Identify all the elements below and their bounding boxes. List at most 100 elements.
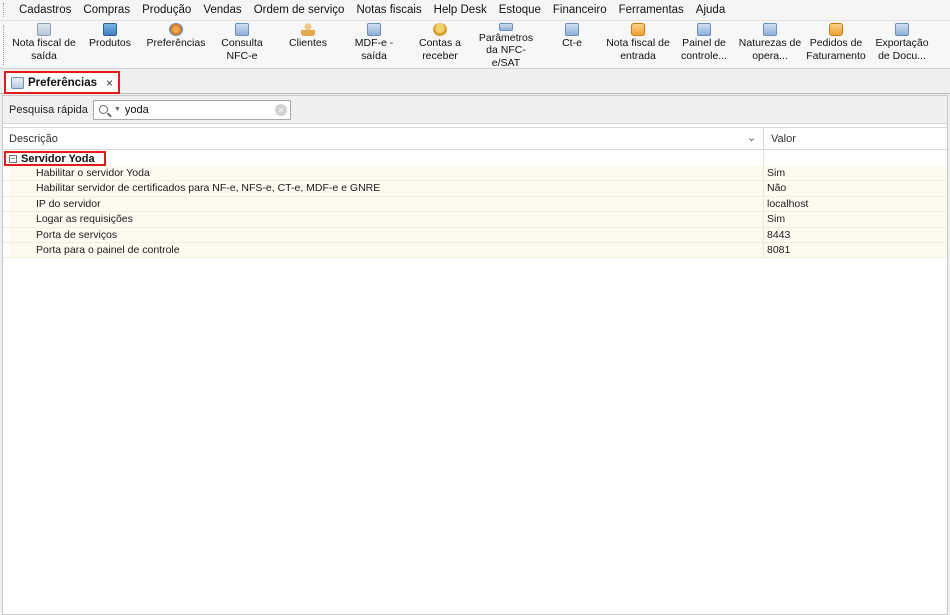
toolbar-button-cte[interactable]: Ct-e: [539, 21, 605, 68]
table-row[interactable]: Habilitar o servidor Yoda Sim: [3, 166, 947, 182]
toolbar-button-label: Nota fiscal de saída: [12, 37, 76, 62]
column-divider: [763, 181, 764, 196]
toolbar-button-painel-de-controle[interactable]: Painel de controle...: [671, 21, 737, 68]
toolbar-button-exportacao-documentos[interactable]: Exportação de Docu...: [869, 21, 935, 68]
menu-compras[interactable]: Compras: [77, 0, 136, 21]
menu-ajuda[interactable]: Ajuda: [690, 0, 731, 21]
preferences-panel: Pesquisa rápida ▼ × Descrição ⌄ Valor − …: [2, 95, 948, 615]
menu-ferramentas[interactable]: Ferramentas: [613, 0, 690, 21]
group-row[interactable]: − Servidor Yoda: [3, 151, 947, 166]
table-row[interactable]: Porta de serviços 8443: [3, 227, 947, 243]
column-divider: [763, 166, 764, 181]
toolbar-button-label: Produtos: [88, 37, 132, 49]
toolbar-button-label: Preferências: [146, 37, 206, 49]
invoice-in-icon: [631, 23, 645, 36]
toolbar-button-mdfe-saida[interactable]: MDF-e - saída: [341, 21, 407, 68]
column-divider: [763, 196, 764, 212]
property-value[interactable]: 8081: [767, 244, 790, 256]
menu-grip: [3, 3, 9, 17]
toolbar: Nota fiscal de saída Produtos Preferênci…: [0, 21, 950, 69]
toolbar-button-label: Contas a receber: [418, 37, 462, 62]
row-indent: [3, 166, 9, 181]
property-description: Habilitar o servidor Yoda: [36, 167, 150, 179]
preferences-tab-icon: [11, 76, 24, 89]
close-icon[interactable]: ×: [106, 77, 113, 89]
billing-orders-icon: [829, 23, 843, 36]
parameters-icon: [499, 23, 513, 31]
menu-cadastros[interactable]: Cadastros: [13, 0, 77, 21]
table-row[interactable]: IP do servidor localhost: [3, 196, 947, 213]
table-row[interactable]: Logar as requisições Sim: [3, 212, 947, 228]
search-icon: [98, 105, 108, 114]
column-divider: [763, 212, 764, 227]
clear-icon[interactable]: ×: [274, 103, 287, 116]
cte-icon: [565, 23, 579, 36]
chevron-down-icon[interactable]: ⌄: [747, 131, 756, 144]
row-indent: [3, 181, 9, 196]
tab-label: Preferências: [28, 76, 98, 89]
column-header-value[interactable]: Valor: [771, 133, 796, 145]
property-rows: Habilitar o servidor Yoda Sim Habilitar …: [3, 166, 947, 259]
row-indent: [3, 212, 9, 227]
toolbar-button-label: Exportação de Docu...: [875, 37, 929, 62]
table-row[interactable]: Habilitar servidor de certificados para …: [3, 181, 947, 197]
toolbar-button-clientes[interactable]: Clientes: [275, 21, 341, 68]
toolbar-button-label: Clientes: [289, 37, 327, 49]
column-divider: [763, 242, 764, 258]
toolbar-button-consulta-nfce[interactable]: Consulta NFC-e: [209, 21, 275, 68]
menu-help-desk[interactable]: Help Desk: [428, 0, 493, 21]
tab-strip: Preferências ×: [0, 69, 950, 94]
column-divider: [763, 151, 764, 166]
row-indent: [3, 242, 9, 258]
toolbar-button-label: Naturezas de opera...: [738, 37, 802, 62]
toolbar-button-label: Pedidos de Faturamento: [806, 37, 866, 62]
property-description: Logar as requisições: [36, 213, 133, 226]
row-indent: [3, 196, 9, 212]
column-divider[interactable]: [763, 128, 764, 150]
property-description: Porta de serviços: [36, 228, 118, 241]
chevron-down-icon[interactable]: ▼: [114, 106, 121, 113]
control-panel-icon: [697, 23, 711, 36]
toolbar-button-parametros-nfce[interactable]: Parâmetros da NFC-e/SAT: [473, 21, 539, 69]
grid-header: Descrição ⌄ Valor: [3, 127, 947, 150]
menu-vendas[interactable]: Vendas: [197, 0, 247, 21]
menu-notas-fiscais[interactable]: Notas fiscais: [350, 0, 427, 21]
toolbar-button-label: MDF-e - saída: [354, 37, 394, 62]
property-value[interactable]: Não: [767, 182, 786, 194]
toolbar-button-label: Ct-e: [562, 37, 582, 49]
toolbar-grip: [3, 25, 9, 65]
toolbar-button-preferencias[interactable]: Preferências: [143, 21, 209, 68]
search-input[interactable]: [124, 103, 265, 116]
group-header-servidor-yoda[interactable]: − Servidor Yoda: [4, 151, 106, 166]
row-indent: [3, 227, 9, 242]
invoice-out-icon: [37, 23, 51, 36]
property-value[interactable]: Sim: [767, 213, 785, 225]
products-icon: [103, 23, 117, 36]
search-field[interactable]: ▼ ×: [92, 99, 291, 120]
search-label: Pesquisa rápida: [9, 103, 88, 116]
toolbar-button-label: Parâmetros da NFC-e/SAT: [478, 31, 534, 69]
menu-bar: Cadastros Compras Produção Vendas Ordem …: [0, 0, 950, 21]
nfce-query-icon: [235, 23, 249, 36]
table-row[interactable]: Porta para o painel de controle 8081: [3, 242, 947, 259]
toolbar-button-nota-fiscal-entrada[interactable]: Nota fiscal de entrada: [605, 21, 671, 68]
menu-producao[interactable]: Produção: [136, 0, 197, 21]
toolbar-button-pedidos-faturamento[interactable]: Pedidos de Faturamento: [803, 21, 869, 68]
toolbar-button-nota-fiscal-saida[interactable]: Nota fiscal de saída: [11, 21, 77, 68]
property-value[interactable]: 8443: [767, 229, 790, 241]
menu-financeiro[interactable]: Financeiro: [547, 0, 613, 21]
toolbar-button-produtos[interactable]: Produtos: [77, 21, 143, 68]
collapse-icon[interactable]: −: [9, 154, 17, 163]
toolbar-button-label: Nota fiscal de entrada: [606, 37, 670, 62]
property-description: Habilitar servidor de certificados para …: [36, 182, 381, 195]
property-value[interactable]: Sim: [767, 167, 785, 179]
clients-icon: [301, 23, 315, 36]
column-header-description[interactable]: Descrição: [9, 133, 58, 145]
operations-icon: [763, 23, 777, 36]
menu-ordem-de-servico[interactable]: Ordem de serviço: [248, 0, 351, 21]
property-value[interactable]: localhost: [767, 198, 808, 210]
tab-preferencias[interactable]: Preferências ×: [4, 71, 120, 94]
menu-estoque[interactable]: Estoque: [493, 0, 547, 21]
toolbar-button-contas-a-receber[interactable]: Contas a receber: [407, 21, 473, 68]
toolbar-button-naturezas-operacao[interactable]: Naturezas de opera...: [737, 21, 803, 68]
